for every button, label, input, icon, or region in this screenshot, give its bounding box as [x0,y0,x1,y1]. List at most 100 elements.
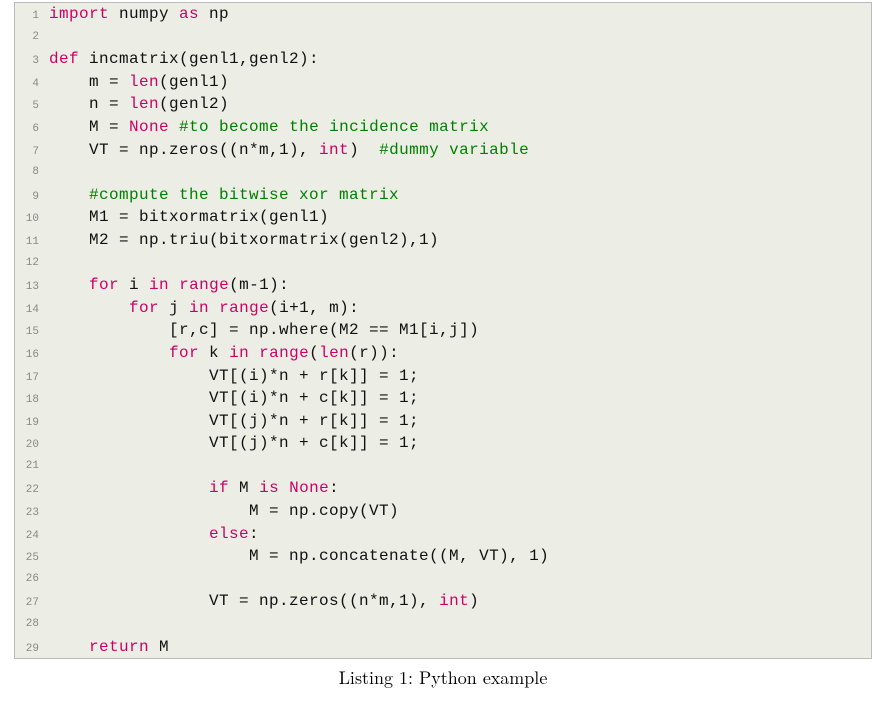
code-content: def incmatrix(genl1,genl2): [43,48,319,71]
code-token: (m-1): [229,276,289,294]
code-token: M2 = np.triu(bitxormatrix(genl2),1) [49,231,439,249]
line-number: 27 [15,592,43,615]
code-token: #compute the bitwise xor matrix [89,186,399,204]
code-token: VT = np.zeros((n*m,1), [49,141,319,159]
line-number: 17 [15,367,43,390]
code-token [49,344,169,362]
code-content: else: [43,523,259,546]
line-number: 4 [15,73,43,96]
code-line: 4 m = len(genl1) [15,71,871,94]
code-line: 22 if M is None: [15,477,871,500]
line-number: 24 [15,525,43,548]
code-line: 29 return M [15,636,871,659]
code-line: 21 [15,455,871,478]
code-line: 19 VT[(j)*n + r[k]] = 1; [15,410,871,433]
code-listing: 1import numpy as np23def incmatrix(genl1… [0,0,886,700]
code-content: for i in range(m-1): [43,274,289,297]
code-token: numpy [109,5,179,23]
code-line: 10 M1 = bitxormatrix(genl1) [15,206,871,229]
code-token: i [119,276,149,294]
code-token [49,525,209,543]
code-token: j [159,299,189,317]
code-token: incmatrix(genl1,genl2): [79,50,319,68]
line-number: 28 [15,613,43,636]
code-line: 28 [15,613,871,636]
code-line: 2 [15,26,871,49]
code-token: (genl2) [159,95,229,113]
code-token: VT[(i)*n + r[k]] = 1; [49,367,419,385]
code-content: M = np.concatenate((M, VT), 1) [43,545,549,568]
code-content: #compute the bitwise xor matrix [43,184,399,207]
line-number: 20 [15,434,43,457]
code-token: range [259,344,309,362]
line-number: 12 [15,252,43,275]
listing-caption: Listing 1: Python example [14,665,872,690]
code-token: M1 = bitxormatrix(genl1) [49,208,329,226]
code-content: [r,c] = np.where(M2 == M1[i,j]) [43,319,479,342]
code-line: 6 M = None #to become the incidence matr… [15,116,871,139]
code-token [279,479,289,497]
line-number: 3 [15,50,43,73]
code-token: #to become the incidence matrix [179,118,489,136]
code-token: def [49,50,79,68]
code-token: is [259,479,279,497]
code-line: 12 [15,252,871,275]
line-number: 29 [15,638,43,661]
line-number: 13 [15,276,43,299]
code-token [209,299,219,317]
code-token: [r,c] = np.where(M2 == M1[i,j]) [49,321,479,339]
code-token: len [129,95,159,113]
line-number: 15 [15,321,43,344]
code-content: for k in range(len(r)): [43,342,399,365]
line-number: 18 [15,389,43,412]
line-number: 2 [15,26,43,49]
code-content: if M is None: [43,477,339,500]
code-content: return M [43,636,169,659]
code-line: 24 else: [15,523,871,546]
code-token [49,638,89,656]
code-token: else [209,525,249,543]
code-content: for j in range(i+1, m): [43,297,359,320]
code-token: int [319,141,349,159]
code-token [249,344,259,362]
code-token: M [229,479,259,497]
code-line: 16 for k in range(len(r)): [15,342,871,365]
code-token: VT[(j)*n + c[k]] = 1; [49,434,419,452]
code-line: 26 [15,568,871,591]
code-token: VT[(j)*n + r[k]] = 1; [49,412,419,430]
code-token: VT = np.zeros((n*m,1), [49,592,439,610]
code-content: M = np.copy(VT) [43,500,399,523]
code-token [169,118,179,136]
line-number: 9 [15,186,43,209]
code-token: len [129,73,159,91]
line-number: 23 [15,502,43,525]
code-content: VT[(j)*n + r[k]] = 1; [43,410,419,433]
code-token [169,276,179,294]
code-token: M = np.concatenate((M, VT), 1) [49,547,549,565]
code-token [49,276,89,294]
line-number: 22 [15,479,43,502]
code-token: None [289,479,329,497]
code-line: 20 VT[(j)*n + c[k]] = 1; [15,432,871,455]
code-token: range [179,276,229,294]
code-token: k [199,344,229,362]
code-line: 5 n = len(genl2) [15,93,871,116]
code-token: import [49,5,109,23]
code-content: M2 = np.triu(bitxormatrix(genl2),1) [43,229,439,252]
code-token: M = [49,118,129,136]
code-content: VT[(i)*n + c[k]] = 1; [43,387,419,410]
code-token: int [439,592,469,610]
code-token: if [209,479,229,497]
code-line: 23 M = np.copy(VT) [15,500,871,523]
code-token: ( [309,344,319,362]
code-line: 14 for j in range(i+1, m): [15,297,871,320]
code-token: M = np.copy(VT) [49,502,399,520]
code-token: in [149,276,169,294]
code-token: return [89,638,149,656]
code-token [49,479,209,497]
code-line: 7 VT = np.zeros((n*m,1), int) #dummy var… [15,139,871,162]
code-token: VT[(i)*n + c[k]] = 1; [49,389,419,407]
code-token: : [249,525,259,543]
code-token: in [229,344,249,362]
line-number: 19 [15,412,43,435]
